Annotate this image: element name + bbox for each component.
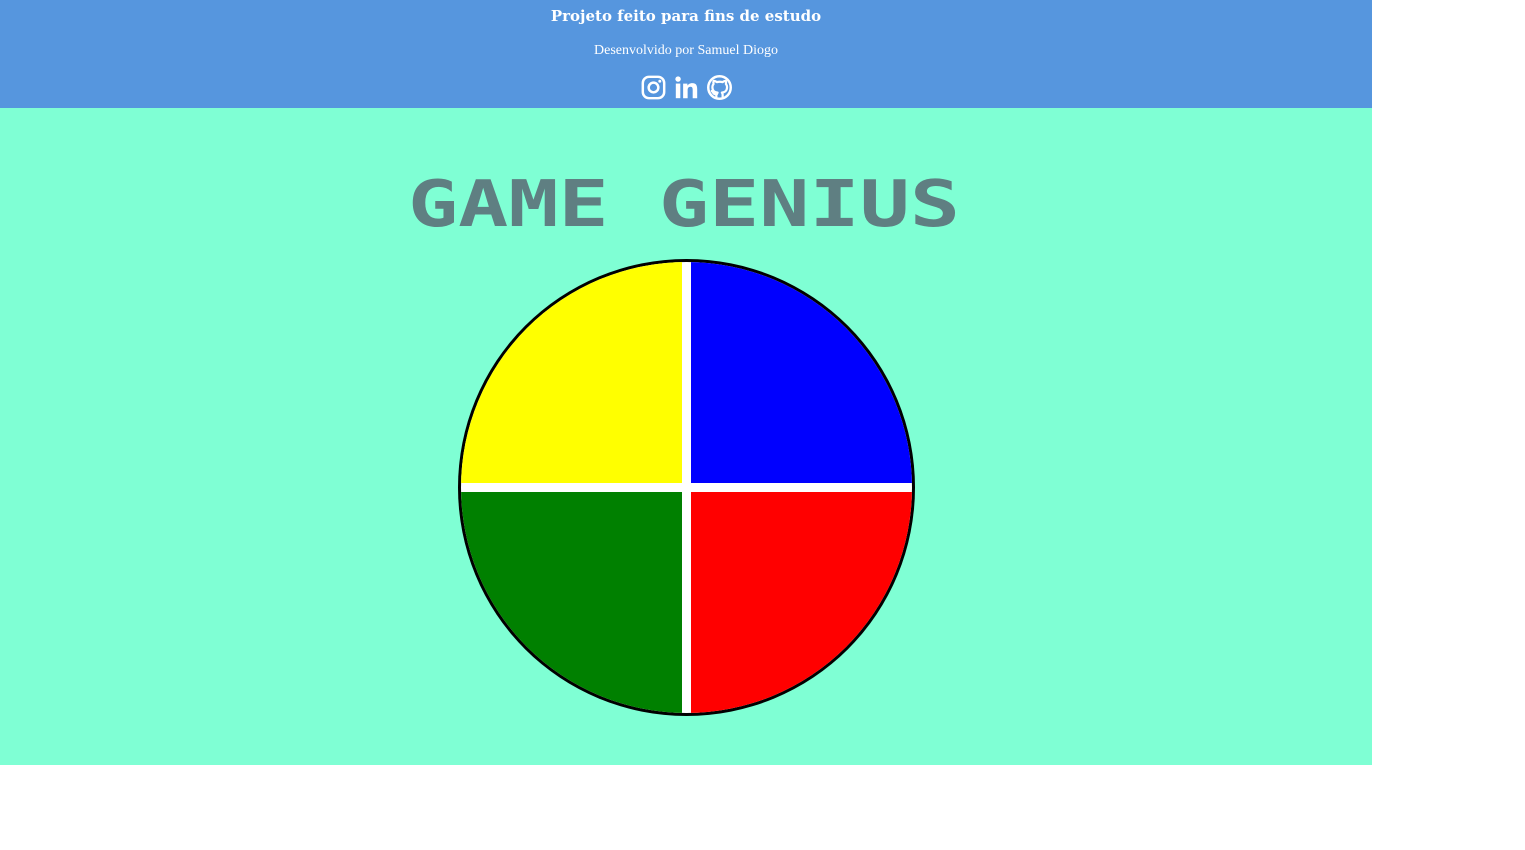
github-icon: [706, 75, 732, 100]
red-pad[interactable]: [691, 492, 912, 713]
genius-board: [458, 259, 915, 716]
game-area: GAME GENIUS: [0, 108, 1372, 765]
linkedin-link[interactable]: [673, 74, 700, 101]
yellow-pad[interactable]: [461, 262, 682, 483]
header-subtitle: Desenvolvido por Samuel Diogo: [594, 43, 778, 58]
header-title: Projeto feito para fins de estudo: [550, 7, 822, 25]
game-title-text: GAME GENIUS: [408, 172, 960, 232]
social-links: [0, 74, 1372, 101]
green-pad[interactable]: [461, 492, 682, 713]
genius-board-inner: [461, 262, 912, 713]
github-link[interactable]: [706, 74, 733, 101]
instagram-link[interactable]: [640, 74, 667, 101]
game-title: GAME GENIUS: [408, 172, 964, 232]
page-header: Projeto feito para fins de estudo Desenv…: [0, 0, 1372, 108]
instagram-icon: [641, 75, 665, 100]
blue-pad[interactable]: [691, 262, 912, 483]
linkedin-icon: [674, 76, 697, 99]
